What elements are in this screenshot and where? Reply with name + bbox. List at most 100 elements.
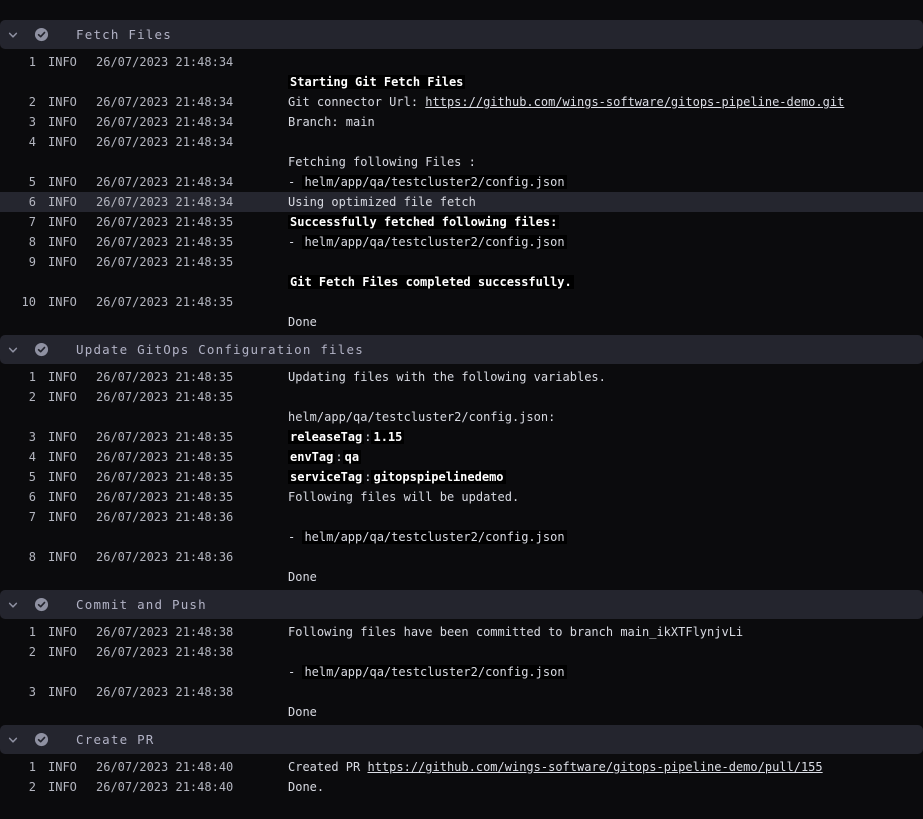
step-header-create-pr[interactable]: Create PR <box>0 725 923 754</box>
log-timestamp: 26/07/2023 21:48:38 <box>96 642 288 662</box>
log-line: 1INFO26/07/2023 21:48:40Created PR https… <box>0 757 923 777</box>
log-level <box>36 312 96 332</box>
step-header-fetch-files[interactable]: Fetch Files <box>0 20 923 49</box>
log-message-text: Updating files with the following variab… <box>288 370 606 384</box>
check-circle-icon <box>33 27 49 43</box>
log-level <box>36 527 96 547</box>
log-level: INFO <box>36 192 96 212</box>
log-level: INFO <box>36 447 96 467</box>
log-message-text: 1.15 <box>371 430 404 444</box>
log-message-text: - <box>288 235 302 249</box>
log-timestamp: 26/07/2023 21:48:35 <box>96 292 288 312</box>
log-line: 1INFO26/07/2023 21:48:35Updating files w… <box>0 367 923 387</box>
log-message: Successfully fetched following files: <box>288 212 923 232</box>
log-timestamp <box>96 312 288 332</box>
log-level <box>36 702 96 722</box>
log-link[interactable]: https://github.com/wings-software/gitops… <box>425 95 844 109</box>
step-section-commit-and-push: Commit and Push1INFO26/07/2023 21:48:38F… <box>0 590 923 725</box>
check-circle-icon <box>33 732 49 748</box>
log-lines: 1INFO26/07/2023 21:48:40Created PR https… <box>0 754 923 800</box>
log-message-text: Fetching following Files : <box>288 155 476 169</box>
log-message: Updating files with the following variab… <box>288 367 923 387</box>
log-level <box>36 152 96 172</box>
log-message-text: envTag <box>288 450 335 464</box>
log-line: 2INFO26/07/2023 21:48:35 <box>0 387 923 407</box>
log-line: 10INFO26/07/2023 21:48:35 <box>0 292 923 312</box>
log-timestamp: 26/07/2023 21:48:34 <box>96 52 288 72</box>
log-message <box>288 292 923 312</box>
log-line: Done <box>0 312 923 332</box>
log-message: Created PR https://github.com/wings-soft… <box>288 757 923 777</box>
line-number: 1 <box>0 367 36 387</box>
log-level: INFO <box>36 682 96 702</box>
step-title: Create PR <box>76 732 155 747</box>
log-timestamp <box>96 662 288 682</box>
log-line: Done <box>0 567 923 587</box>
step-header-update-gitops-configuration-files[interactable]: Update GitOps Configuration files <box>0 335 923 364</box>
log-level: INFO <box>36 132 96 152</box>
log-timestamp: 26/07/2023 21:48:34 <box>96 132 288 152</box>
log-message: Git Fetch Files completed successfully. <box>288 272 923 292</box>
line-number: 1 <box>0 622 36 642</box>
log-timestamp: 26/07/2023 21:48:34 <box>96 112 288 132</box>
log-message-text: Created PR <box>288 760 367 774</box>
log-line: Starting Git Fetch Files <box>0 72 923 92</box>
log-line: 5INFO26/07/2023 21:48:34- helm/app/qa/te… <box>0 172 923 192</box>
log-message-text: Successfully fetched following files: <box>288 215 559 229</box>
chevron-down-icon[interactable] <box>6 28 19 41</box>
line-number: 4 <box>0 132 36 152</box>
log-message <box>288 507 923 527</box>
log-timestamp: 26/07/2023 21:48:36 <box>96 507 288 527</box>
chevron-down-icon[interactable] <box>6 598 19 611</box>
log-timestamp <box>96 152 288 172</box>
chevron-down-icon[interactable] <box>6 343 19 356</box>
log-message <box>288 682 923 702</box>
log-level <box>36 272 96 292</box>
step-section-update-gitops-configuration-files: Update GitOps Configuration files1INFO26… <box>0 335 923 590</box>
log-message: envTag:qa <box>288 447 923 467</box>
log-level: INFO <box>36 367 96 387</box>
log-line: 8INFO26/07/2023 21:48:36 <box>0 547 923 567</box>
log-message-text: serviceTag <box>288 470 364 484</box>
log-sections: Fetch Files1INFO26/07/2023 21:48:34Start… <box>0 20 923 800</box>
line-number: 7 <box>0 212 36 232</box>
log-line: helm/app/qa/testcluster2/config.json: <box>0 407 923 427</box>
log-message-text: - <box>288 530 302 544</box>
line-number: 3 <box>0 427 36 447</box>
line-number: 8 <box>0 232 36 252</box>
log-message: Done <box>288 702 923 722</box>
log-line: 7INFO26/07/2023 21:48:36 <box>0 507 923 527</box>
log-line: 3INFO26/07/2023 21:48:38 <box>0 682 923 702</box>
log-message: Starting Git Fetch Files <box>288 72 923 92</box>
log-timestamp <box>96 527 288 547</box>
log-line: 2INFO26/07/2023 21:48:40Done. <box>0 777 923 797</box>
line-number <box>0 702 36 722</box>
log-timestamp: 26/07/2023 21:48:40 <box>96 757 288 777</box>
log-level: INFO <box>36 172 96 192</box>
log-message: Done <box>288 567 923 587</box>
log-level: INFO <box>36 427 96 447</box>
log-message-text: helm/app/qa/testcluster2/config.json <box>302 530 566 544</box>
log-message-text: Following files have been committed to b… <box>288 625 743 639</box>
line-number <box>0 152 36 172</box>
log-timestamp: 26/07/2023 21:48:35 <box>96 252 288 272</box>
log-message-text: Git connector Url: <box>288 95 425 109</box>
log-message: - helm/app/qa/testcluster2/config.json <box>288 662 923 682</box>
log-level: INFO <box>36 52 96 72</box>
log-level: INFO <box>36 777 96 797</box>
chevron-down-icon[interactable] <box>6 733 19 746</box>
log-link[interactable]: https://github.com/wings-software/gitops… <box>367 760 822 774</box>
line-number <box>0 527 36 547</box>
log-timestamp <box>96 407 288 427</box>
log-timestamp: 26/07/2023 21:48:34 <box>96 172 288 192</box>
log-message: - helm/app/qa/testcluster2/config.json <box>288 232 923 252</box>
log-message-text: Following files will be updated. <box>288 490 519 504</box>
check-circle-icon <box>33 342 49 358</box>
log-message-text: Done <box>288 705 317 719</box>
line-number: 5 <box>0 172 36 192</box>
log-line: 1INFO26/07/2023 21:48:38Following files … <box>0 622 923 642</box>
log-level: INFO <box>36 642 96 662</box>
step-header-commit-and-push[interactable]: Commit and Push <box>0 590 923 619</box>
log-line: 2INFO26/07/2023 21:48:38 <box>0 642 923 662</box>
log-timestamp: 26/07/2023 21:48:35 <box>96 427 288 447</box>
